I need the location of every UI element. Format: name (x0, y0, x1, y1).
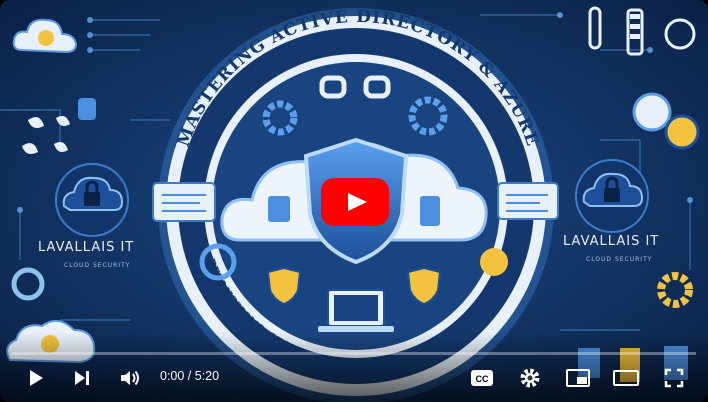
video-player[interactable]: MASTERING ACTIVE DIRECTORY & AZURE PERMI… (0, 0, 708, 402)
brand-left-subtitle: CLOUD SECURITY (64, 262, 131, 269)
progress-bar[interactable] (12, 352, 696, 355)
gear-icon (520, 368, 540, 388)
miniplayer-icon (566, 369, 590, 387)
brand-right: LAVALLAIS IT (563, 234, 660, 249)
play-icon (30, 370, 43, 386)
play-icon (348, 193, 367, 211)
miniplayer-button[interactable] (560, 360, 596, 396)
captions-button[interactable]: CC (464, 360, 500, 396)
brand-left: LAVALLAIS IT (38, 240, 135, 255)
next-icon (75, 371, 89, 385)
time-display: 0:00 / 5:20 (160, 369, 220, 383)
control-bar: 0:00 / 5:20 CC (0, 360, 708, 396)
captions-icon: CC (471, 370, 493, 386)
svg-text:CC: CC (476, 374, 489, 384)
large-play-button[interactable] (321, 178, 389, 226)
volume-icon (121, 370, 139, 386)
fullscreen-icon (664, 368, 684, 388)
brand-right-subtitle: CLOUD SECURITY (586, 256, 653, 263)
play-button[interactable] (18, 360, 54, 396)
volume-button[interactable] (112, 360, 148, 396)
next-button[interactable] (64, 360, 100, 396)
theater-icon (613, 370, 639, 386)
settings-button[interactable] (512, 360, 548, 396)
fullscreen-button[interactable] (656, 360, 692, 396)
theater-button[interactable] (608, 360, 644, 396)
